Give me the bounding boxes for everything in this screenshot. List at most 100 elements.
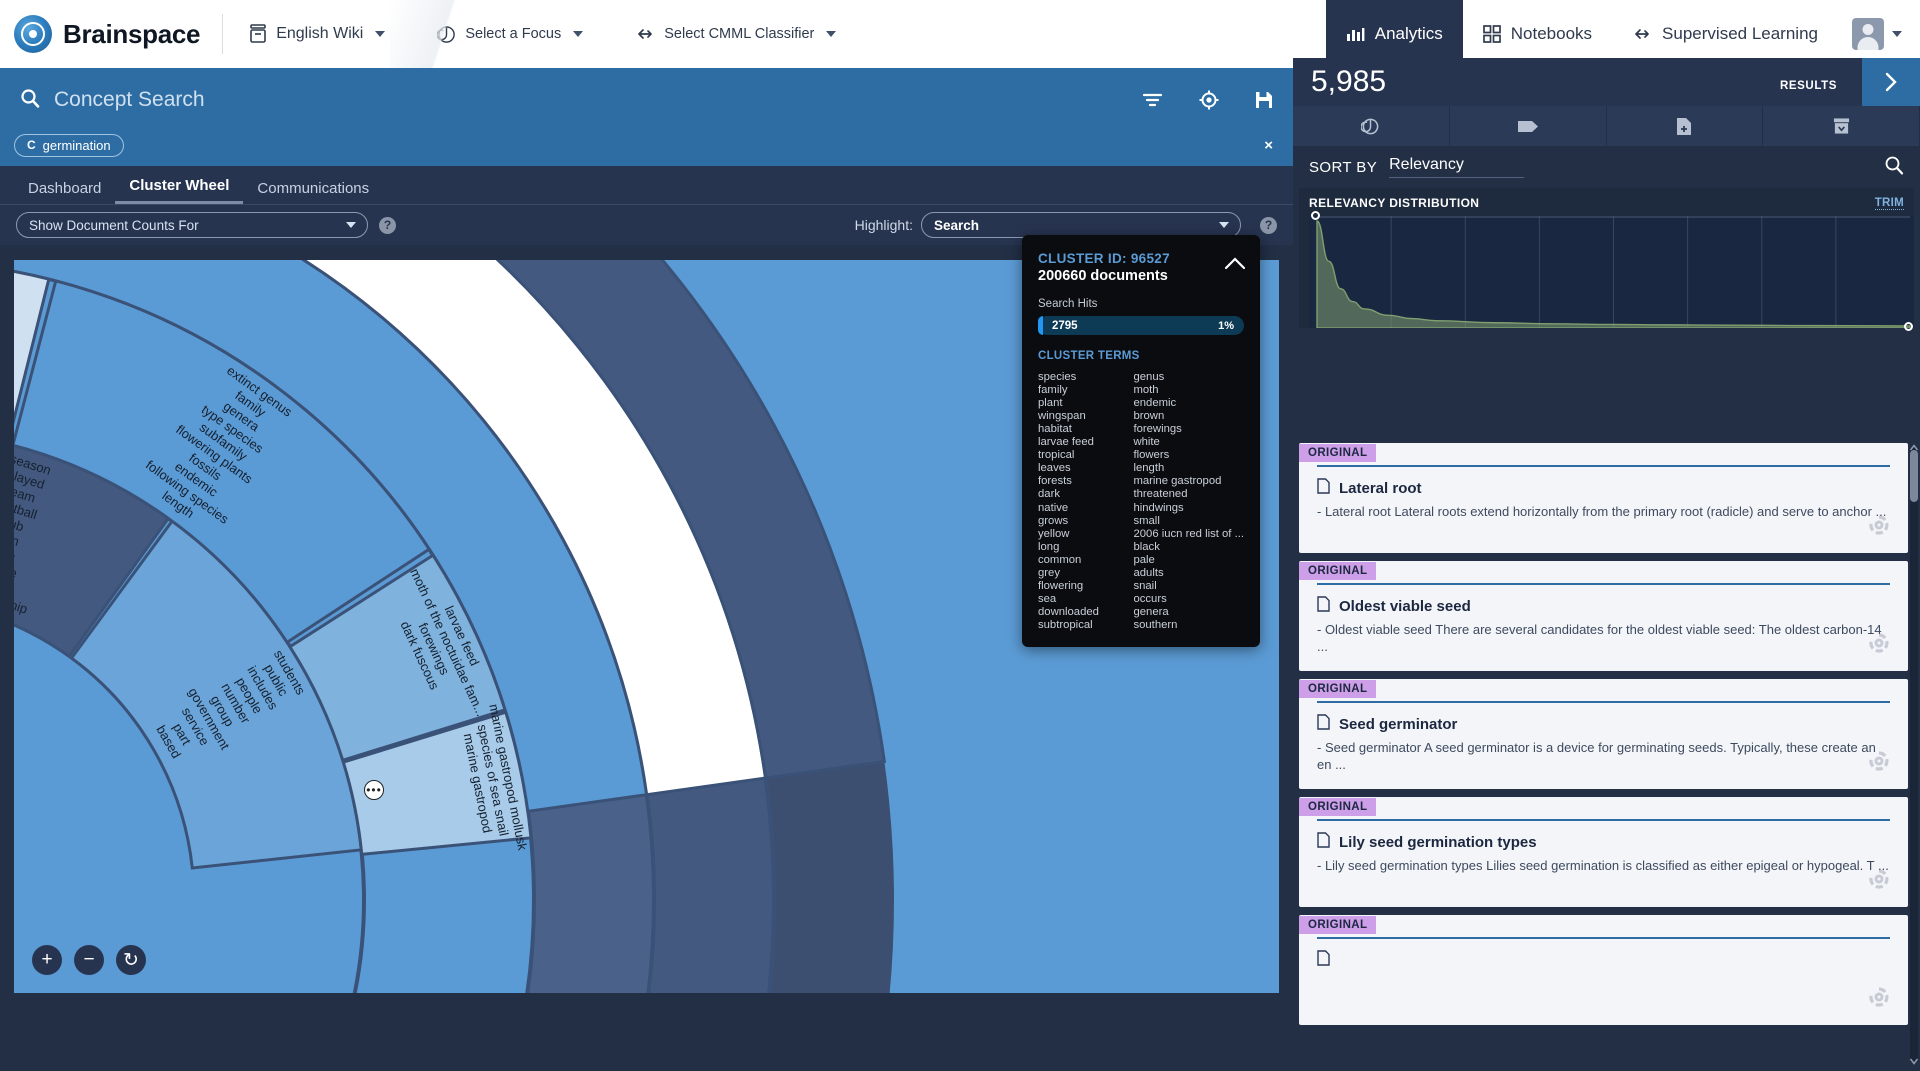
tab-dashboard[interactable]: Dashboard	[14, 180, 115, 204]
cluster-options-icon[interactable]: •••	[364, 780, 384, 800]
zoom-in-button[interactable]: +	[32, 945, 62, 975]
chevron-down-icon	[375, 31, 386, 37]
add-document-button[interactable]	[1606, 106, 1764, 146]
next-results-button[interactable]	[1862, 58, 1920, 106]
cluster-term: yellow	[1038, 528, 1070, 540]
sort-by-value[interactable]: Relevancy	[1389, 156, 1524, 178]
tag-button[interactable]	[1449, 106, 1607, 146]
cluster-term: genus	[1133, 371, 1165, 383]
chevron-down-icon	[1219, 222, 1229, 228]
target-icon[interactable]	[1199, 90, 1219, 110]
results-search-icon[interactable]	[1884, 155, 1904, 180]
results-scrollbar-track[interactable]	[1910, 448, 1918, 1062]
chevron-down-icon	[346, 222, 356, 228]
results-label: RESULTS	[1779, 80, 1837, 92]
chevron-down-icon	[1892, 31, 1902, 37]
cluster-term: subtropical	[1038, 619, 1093, 632]
scroll-up-icon[interactable]	[1909, 440, 1919, 451]
result-card[interactable]: ORIGINAL Lateral root - Lateral root Later…	[1299, 443, 1908, 553]
tab-communications[interactable]: Communications	[243, 180, 383, 204]
refresh-icon[interactable]	[1868, 868, 1890, 895]
search-chip-row: C germination ×	[0, 124, 1293, 166]
cluster-term: wingspan	[1038, 410, 1086, 422]
cluster-term: downloaded	[1038, 606, 1099, 619]
result-card[interactable]: ORIGINAL Lily seed germination types - Lil…	[1299, 797, 1908, 907]
cluster-term: habitat	[1038, 423, 1072, 435]
result-snippet: - Oldest viable seed There are several c…	[1317, 622, 1882, 654]
view-tabs: Dashboard Cluster Wheel Communications	[0, 166, 1293, 205]
trim-button[interactable]: TRIM	[1874, 197, 1904, 210]
concept-search-bar	[0, 68, 1293, 132]
refresh-icon[interactable]	[1868, 632, 1890, 659]
clear-search-icon[interactable]: ×	[1264, 137, 1279, 154]
nav-tab-analytics-label: Analytics	[1374, 24, 1443, 43]
dataset-icon	[249, 24, 267, 44]
relevancy-chart-svg	[1309, 216, 1914, 329]
cluster-term: species	[1038, 371, 1077, 383]
result-card[interactable]: ORIGINAL	[1299, 915, 1908, 1025]
collapse-icon[interactable]	[1224, 257, 1246, 275]
cluster-term: forests	[1038, 475, 1072, 488]
brand-logo-group[interactable]: Brainspace	[0, 0, 222, 68]
cluster-term: grows	[1038, 515, 1069, 527]
result-card[interactable]: ORIGINAL Seed germinator - Seed germinator…	[1299, 679, 1908, 789]
reset-view-button[interactable]: ↻	[116, 945, 146, 975]
refresh-icon[interactable]	[1868, 986, 1890, 1013]
cluster-term: sea	[1038, 593, 1057, 606]
document-icon	[1317, 832, 1330, 852]
results-scrollbar-thumb[interactable]	[1910, 450, 1918, 502]
cluster-term: grey	[1038, 567, 1060, 579]
cluster-terms-list: species family plant wingspan habitat larvae …	[1038, 371, 1244, 633]
chip-label: germination	[42, 137, 111, 153]
result-title-row	[1317, 950, 1890, 970]
relevancy-chart[interactable]	[1309, 211, 1914, 331]
result-title-row: Oldest viable seed	[1317, 596, 1890, 616]
show-document-counts-select[interactable]: Show Document Counts For	[16, 212, 368, 238]
cluster-term: southern	[1133, 619, 1178, 632]
results-header: 5,985 RESULTS	[1293, 58, 1920, 106]
refresh-icon[interactable]	[1868, 514, 1890, 541]
result-snippet: - Lateral root Lateral roots extend hori…	[1317, 504, 1887, 519]
cluster-term: tropical	[1038, 449, 1075, 462]
classifier-branch-icon	[635, 25, 655, 43]
result-snippet: - Lily seed germination types Lilies see…	[1317, 858, 1889, 873]
filter-icon[interactable]	[1142, 92, 1163, 108]
document-icon	[1317, 596, 1330, 616]
scroll-down-icon[interactable]	[1909, 1053, 1919, 1065]
refresh-icon[interactable]	[1868, 750, 1890, 777]
search-chip-germination[interactable]: C germination	[14, 133, 124, 157]
card-rule	[1317, 583, 1890, 585]
nav-tab-supervised-learning-label: Supervised Learning	[1662, 24, 1818, 43]
focus-target-button[interactable]	[1293, 106, 1450, 146]
results-list[interactable]: ORIGINAL Lateral root - Lateral root Later…	[1293, 443, 1920, 1065]
zoom-out-button[interactable]: −	[74, 945, 104, 975]
cluster-term: common	[1038, 554, 1082, 566]
cluster-term: dark	[1038, 488, 1060, 501]
highlight-help-icon[interactable]: ?	[1260, 216, 1277, 234]
result-card[interactable]: ORIGINAL Oldest viable seed - Oldest viabl…	[1299, 561, 1908, 671]
relevancy-handle-left[interactable]	[1311, 211, 1320, 220]
search-input[interactable]	[54, 88, 694, 112]
cluster-term: length	[1133, 462, 1165, 475]
dataset-selector[interactable]: English Wiki	[223, 0, 411, 68]
cluster-term: brown	[1133, 410, 1165, 422]
focus-selector[interactable]: Select a Focus	[411, 0, 609, 68]
document-icon	[1317, 478, 1330, 498]
tab-cluster-wheel[interactable]: Cluster Wheel	[115, 177, 244, 204]
results-panel: 5,985 RESULTS SORT BY Relevancy RELEVANC…	[1293, 58, 1920, 1065]
result-title: Seed germinator	[1339, 715, 1458, 733]
classifier-selector[interactable]: Select CMML Classifier	[609, 0, 862, 68]
relevancy-handle-right[interactable]	[1904, 322, 1913, 331]
save-icon[interactable]	[1255, 91, 1273, 109]
cluster-terms-column-right: genus moth endemic brown forewings white flowe…	[1133, 371, 1244, 633]
cluster-terms-header: CLUSTER TERMS	[1038, 350, 1140, 362]
grid-icon	[1482, 25, 1501, 43]
result-title-row: Lateral root	[1317, 478, 1890, 498]
archive-button[interactable]	[1763, 106, 1920, 146]
doc-counts-help-icon[interactable]: ?	[379, 216, 396, 234]
cluster-term: white	[1133, 436, 1160, 449]
result-title-row: Seed germinator	[1317, 714, 1890, 734]
chevron-down-icon	[826, 31, 837, 37]
search-hits-label: Search Hits	[1038, 298, 1098, 310]
document-icon	[1317, 950, 1330, 970]
